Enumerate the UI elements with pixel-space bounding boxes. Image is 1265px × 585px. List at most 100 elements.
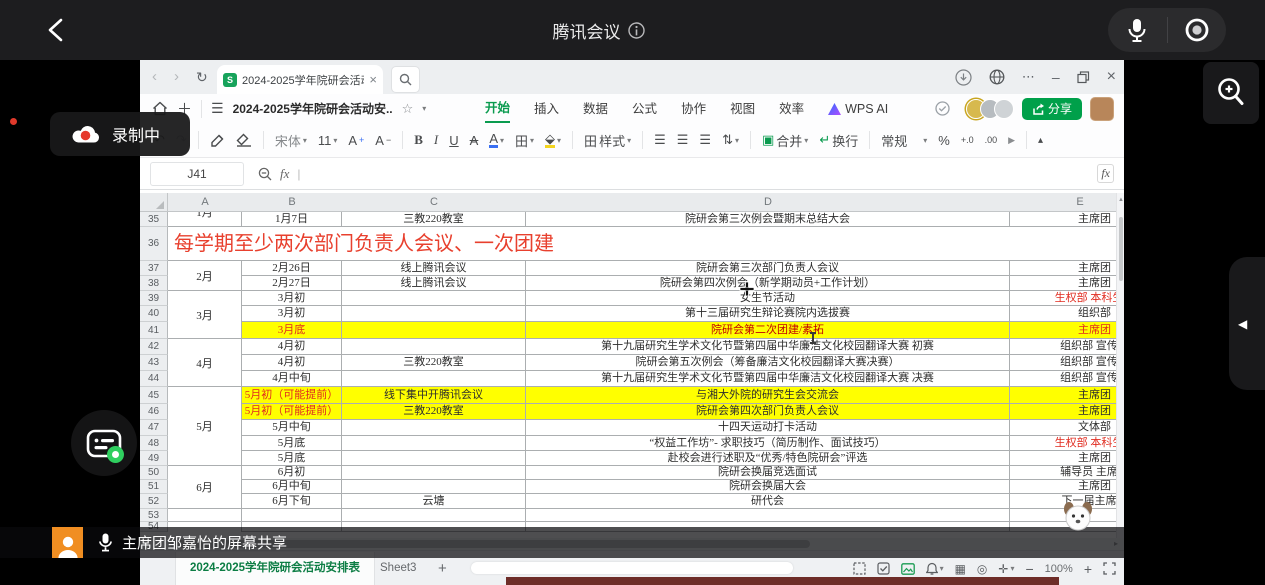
cloud-sync-icon[interactable] [933, 101, 952, 116]
row-header[interactable]: 44 [140, 371, 168, 387]
row-header[interactable]: 51 [140, 480, 168, 494]
recording-badge[interactable]: 录制中 [50, 112, 190, 156]
font-color-icon[interactable]: A▾ [489, 132, 504, 148]
fullscreen-icon[interactable] [1103, 562, 1116, 575]
sheet-cell[interactable]: 2月27日 [242, 276, 342, 291]
star-icon[interactable]: ☆ [402, 101, 414, 117]
sheet-cell[interactable]: 4月初 [242, 355, 342, 371]
row-header[interactable]: 48 [140, 436, 168, 451]
tab-formula[interactable]: 公式 [632, 96, 657, 122]
number-format-select[interactable]: 常规 ▾ [881, 131, 927, 150]
row-header[interactable]: 39 [140, 291, 168, 306]
sheet-cell[interactable]: 线上腾讯会议 [342, 276, 526, 291]
user-avatar[interactable] [1090, 97, 1114, 121]
decrease-decimal-icon[interactable]: .00 [985, 135, 998, 145]
sheet-cell[interactable] [342, 436, 526, 451]
sheet-cell[interactable]: 女生节活动 [526, 291, 1010, 306]
notify-control[interactable]: ▾ [926, 562, 944, 575]
sheet-cell[interactable]: 5月中旬 [242, 420, 342, 436]
sheet-cell[interactable]: 云塘 [342, 494, 526, 509]
sheet-cell[interactable]: 主席团 [1010, 387, 1124, 404]
image-icon[interactable] [901, 563, 915, 575]
sheet-cell[interactable]: 辅导员 主席团 [1010, 466, 1124, 480]
tab-view[interactable]: 视图 [730, 96, 755, 122]
month-cell[interactable]: 2月 [168, 261, 242, 291]
vertical-scroll-thumb[interactable] [1119, 217, 1123, 281]
tab-insert[interactable]: 插入 [534, 96, 559, 122]
row-header[interactable]: 49 [140, 451, 168, 466]
sheet-cell[interactable]: 5月初（可能提前） [242, 387, 342, 404]
row-header[interactable]: 43 [140, 355, 168, 371]
sheet-cell[interactable]: 赴校会进行述职及“优秀/特色院研会”评选 [526, 451, 1010, 466]
nav-back-icon[interactable]: ‹ [152, 60, 157, 94]
tab-strip-scrollbar[interactable] [471, 562, 793, 574]
eraser-icon[interactable] [236, 133, 252, 147]
sheet-cell[interactable]: 组织部 宣传部 [1010, 355, 1124, 371]
sheet-cell[interactable] [342, 466, 526, 480]
sheet-cell[interactable]: 主席团 [1010, 404, 1124, 420]
column-header[interactable]: E [1010, 193, 1124, 212]
sheet-cell[interactable]: 文体部 [1010, 420, 1124, 436]
sheet-cell[interactable]: 线上腾讯会议 [342, 261, 526, 276]
browser-menu-icon[interactable]: ⋯ [1022, 69, 1035, 85]
sheet-cell[interactable]: 主席团 [1010, 276, 1124, 291]
sheet-cell[interactable] [342, 509, 526, 522]
align-center-icon[interactable]: ☰ [677, 132, 689, 148]
sheet-cell[interactable]: 线下集中开腾讯会议 [342, 387, 526, 404]
cell-style-button[interactable]: 田 样式 ▾ [584, 131, 631, 150]
column-header[interactable]: A [168, 193, 242, 212]
banner-cell[interactable]: 每学期至少两次部门负责人会议、一次团建 [168, 227, 1124, 261]
sheet-cell[interactable]: 6月初 [242, 466, 342, 480]
sheet-cell[interactable]: 生权部 本科生会 [1010, 436, 1124, 451]
row-header[interactable]: 42 [140, 339, 168, 355]
sheet-cell[interactable]: 生权部 本科生会 [1010, 291, 1124, 306]
wrap-text-button[interactable]: ↵ 换行 [819, 131, 858, 150]
fx-panel-icon[interactable]: fx [1097, 164, 1114, 183]
increase-decimal-icon[interactable]: +.0 [961, 135, 974, 145]
row-header[interactable]: 37 [140, 261, 168, 276]
tab-home[interactable]: 开始 [485, 95, 510, 123]
sheet-cell[interactable] [342, 451, 526, 466]
zoom-out-icon[interactable]: − [1025, 561, 1033, 577]
row-header[interactable]: 35 [140, 212, 168, 227]
row-header[interactable]: 36 [140, 227, 168, 261]
sheet-cell[interactable]: 第十三届研究生辩论赛院内选拔赛 [526, 306, 1010, 322]
month-cell[interactable] [168, 509, 242, 522]
sheet-cell[interactable]: 主席团 [1010, 480, 1124, 494]
sheet-cell[interactable]: 主席团 [1010, 322, 1124, 339]
sheet-cell[interactable]: 院研会第四次例会（新学期动员+工作计划） [526, 276, 1010, 291]
zoom-in-icon[interactable]: + [1084, 561, 1092, 577]
tab-collab[interactable]: 协作 [681, 96, 706, 122]
sheet-cell[interactable]: 十四天运动打卡活动 [526, 420, 1010, 436]
doc-title-caret-icon[interactable]: ▾ [422, 104, 426, 113]
sheet-cell[interactable] [242, 509, 342, 522]
sheet-cell[interactable]: 院研会换届大会 [526, 480, 1010, 494]
sheet-cell[interactable]: 院研会第二次团建/素拓 [526, 322, 1010, 339]
collapse-toolbar-icon[interactable]: ▴ [1038, 135, 1043, 146]
sheet-cell[interactable]: 6月下旬 [242, 494, 342, 509]
globe-icon[interactable] [989, 69, 1005, 85]
sheet-cell[interactable]: 院研会第三次部门负责人会议 [526, 261, 1010, 276]
zoom-formula-icon[interactable] [258, 167, 272, 181]
captions-toggle-button[interactable] [71, 410, 137, 476]
sheet-cell[interactable]: 院研会第四次部门负责人会议 [526, 404, 1010, 420]
sheet-cell[interactable]: 1月7日 [242, 212, 342, 227]
month-cell[interactable]: 5月 [168, 387, 242, 466]
row-header[interactable]: 47 [140, 420, 168, 436]
sheet-cell[interactable]: 组织部 宣传部 [1010, 339, 1124, 355]
sheet-cell[interactable]: 主席团 [1010, 451, 1124, 466]
sheet-cell[interactable]: 与湘大外院的研究生会交流会 [526, 387, 1010, 404]
collaborator-avatars[interactable] [966, 99, 1014, 119]
row-header[interactable]: 38 [140, 276, 168, 291]
row-header[interactable]: 46 [140, 404, 168, 420]
task-check-icon[interactable] [877, 562, 890, 575]
refresh-icon[interactable]: ↻ [196, 60, 208, 94]
info-icon[interactable] [628, 22, 645, 39]
sheet-cell[interactable] [342, 291, 526, 306]
font-size-select[interactable]: 11 ▾ [318, 133, 338, 148]
grid-view-icon[interactable]: ▦ [955, 562, 966, 576]
sheet-cell[interactable] [342, 480, 526, 494]
sheet-cell[interactable] [342, 371, 526, 387]
column-header[interactable]: B [242, 193, 342, 212]
column-header[interactable]: D [526, 193, 1010, 212]
